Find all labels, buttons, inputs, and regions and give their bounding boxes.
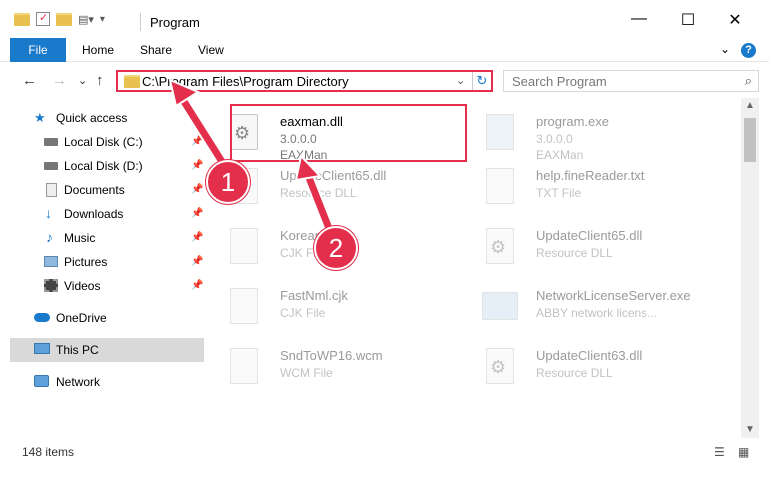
annotation-arrows <box>168 78 338 242</box>
callout-step-1: 1 <box>206 160 250 204</box>
arrowhead-2 <box>294 153 323 182</box>
callout-step-2: 2 <box>314 226 358 270</box>
